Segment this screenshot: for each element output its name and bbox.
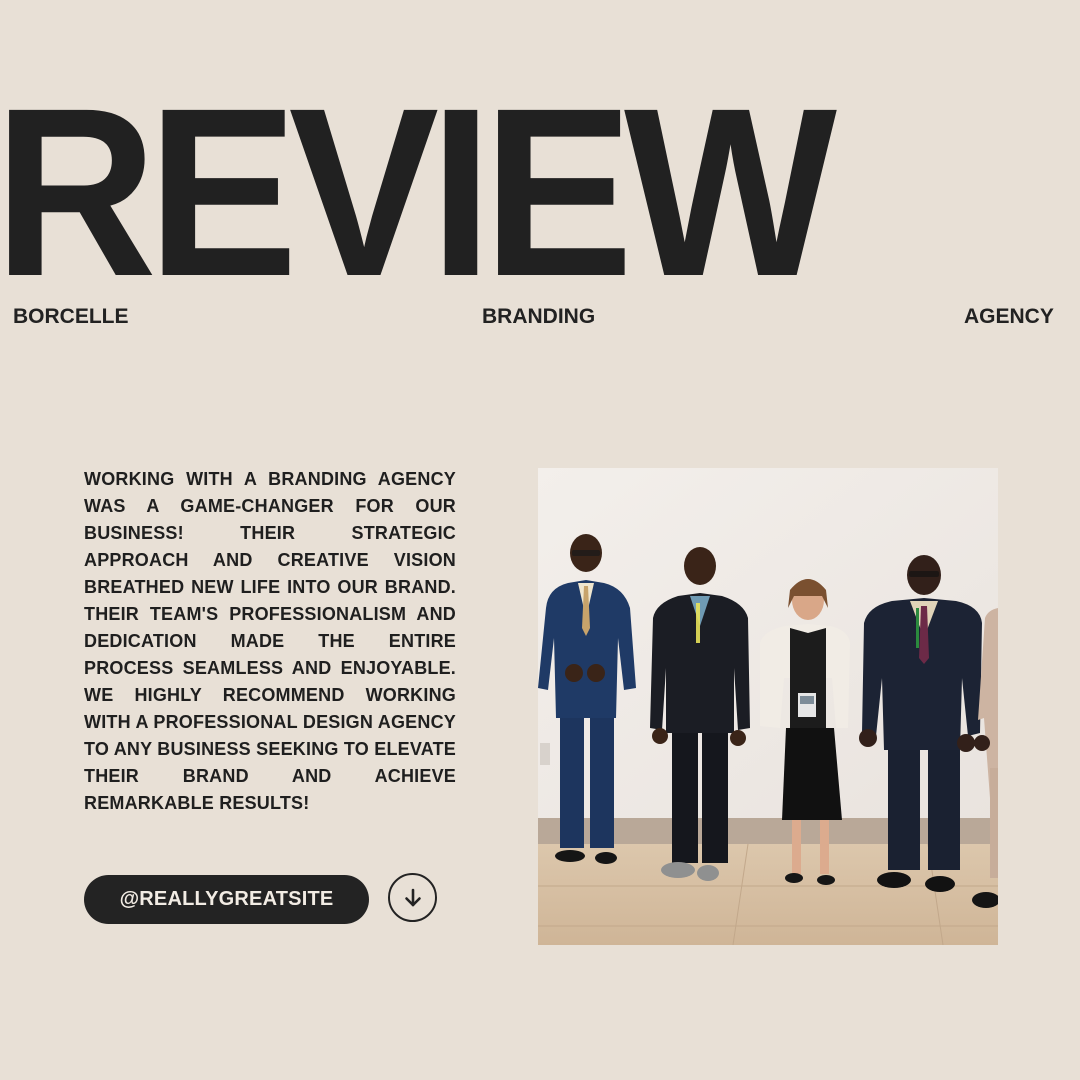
group-photo — [538, 468, 998, 945]
arrow-down-icon — [404, 888, 421, 906]
website-button[interactable]: @REALLYGREATSITE — [84, 875, 369, 924]
category-label: BRANDING — [482, 305, 596, 328]
testimonial-text: Working with a branding agency was a gam… — [84, 469, 456, 813]
brand-label: BORCELLE — [13, 305, 129, 328]
agency-label: AGENCY — [964, 305, 1054, 328]
page-title: REVIEW — [0, 58, 837, 326]
scroll-down-button[interactable] — [388, 873, 437, 922]
